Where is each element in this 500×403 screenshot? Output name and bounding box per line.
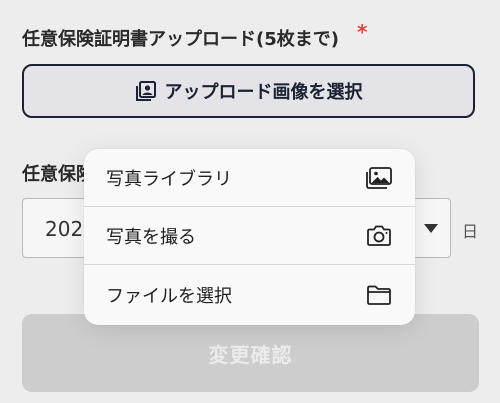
- menu-item-choose-file[interactable]: ファイルを選択: [84, 265, 415, 325]
- required-mark: *: [357, 20, 368, 44]
- chevron-down-icon: [424, 224, 438, 233]
- folder-icon: [367, 285, 391, 305]
- image-source-menu: 写真ライブラリ 写真を撮る ファイルを選択: [84, 149, 415, 325]
- camera-icon: [367, 225, 391, 246]
- portrait-image-icon: [135, 81, 156, 101]
- menu-item-label: 写真ライブラリ: [106, 168, 232, 190]
- date-select-value: 202: [45, 217, 84, 241]
- select-upload-image-button[interactable]: アップロード画像を選択: [22, 64, 475, 118]
- expiry-date-label: 任意保険: [22, 164, 92, 185]
- menu-item-photo-library[interactable]: 写真ライブラリ: [84, 149, 415, 207]
- confirm-change-button[interactable]: 変更確認: [22, 314, 479, 392]
- day-unit-label: 日: [462, 222, 479, 241]
- photo-library-icon: [366, 166, 392, 189]
- upload-button-label: アップロード画像を選択: [164, 82, 363, 103]
- menu-item-label: ファイルを選択: [106, 286, 232, 307]
- menu-item-label: 写真を撮る: [106, 226, 196, 248]
- upload-section-label: 任意保険証明書アップロード(5枚まで): [22, 29, 339, 50]
- menu-item-take-photo[interactable]: 写真を撮る: [84, 207, 415, 265]
